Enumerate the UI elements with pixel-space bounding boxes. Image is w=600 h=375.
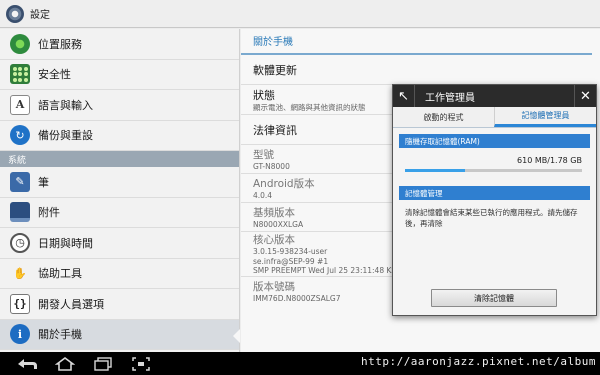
clock-icon: ◷ [10,232,30,253]
expand-arrow-icon[interactable]: ↖ [393,85,415,107]
close-icon[interactable]: ✕ [574,85,596,107]
screenshot-icon[interactable] [128,355,154,373]
security-grid-icon [10,64,30,85]
back-icon[interactable] [14,355,40,373]
sidebar-item-label: 開發人員選項 [38,297,104,311]
software-update-label: 軟體更新 [253,63,297,77]
location-icon [10,33,30,54]
sidebar-item-dock[interactable]: 附件 [0,198,239,228]
info-icon: i [10,324,30,345]
sidebar-item-developer[interactable]: {} 開發人員選項 [0,289,239,320]
ram-usage-bar [405,169,582,172]
sidebar-item-label: 日期與時間 [38,236,93,250]
sidebar-item-label: 備份與重設 [38,129,93,143]
clear-memory-button[interactable]: 清除記憶體 [431,289,557,307]
sidebar-item-label: 協助工具 [38,267,82,281]
legal-info-label: 法律資訊 [253,123,297,137]
backup-icon: ↻ [10,125,30,146]
sidebar-item-label: 語言與輸入 [38,98,93,112]
tab-active-apps[interactable]: 啟動的程式 [393,107,494,127]
home-icon[interactable] [52,355,78,373]
sidebar-item-location[interactable]: 位置服務 [0,29,239,60]
dock-icon [10,202,30,223]
sidebar-item-security[interactable]: 安全性 [0,60,239,90]
ram-usage-value: 610 MB/1.78 GB [517,156,582,165]
watermark-url: http://aaronjazz.pixnet.net/album [360,355,596,368]
sidebar-item-about[interactable]: i 關於手機 [0,319,240,350]
recent-apps-icon[interactable] [90,355,116,373]
ram-section-header: 隨機存取記憶體(RAM) [399,134,590,148]
sidebar-item-pen[interactable]: ✎ 筆 [0,167,239,198]
section-header: 關於手機 [241,29,592,55]
sidebar-item-backup[interactable]: ↻ 備份與重設 [0,121,239,151]
sidebar-section-system: 系統 [0,151,239,167]
settings-sidebar: 位置服務 安全性 A 語言與輸入 ↻ 備份與重設 系統 ✎ 筆 附件 ◷ 日期與… [0,29,240,352]
sidebar-item-label: 關於手機 [38,328,82,342]
action-bar: 設定 [0,0,600,28]
developer-icon: {} [10,293,30,314]
memory-description: 清除記憶體會結束某些已執行的應用程式。請先儲存後，再清除 [405,208,578,228]
sidebar-item-label: 位置服務 [38,37,82,51]
pen-icon: ✎ [10,171,30,192]
sidebar-item-accessibility[interactable]: ✋ 協助工具 [0,259,239,289]
sidebar-item-label: 附件 [38,206,60,220]
ram-usage-fill [405,169,466,172]
dialog-title: 工作管理員 [425,92,475,104]
sidebar-item-date-time[interactable]: ◷ 日期與時間 [0,228,239,259]
window-title: 設定 [30,10,50,21]
sidebar-item-language[interactable]: A 語言與輸入 [0,90,239,121]
language-icon: A [10,94,30,115]
sidebar-item-label: 安全性 [38,68,71,82]
memory-section-header: 記憶體管理 [399,186,590,200]
tab-memory-manager[interactable]: 記憶體管理員 [494,107,596,127]
sidebar-item-label: 筆 [38,175,49,189]
hand-icon: ✋ [13,266,27,280]
dialog-title-bar: ↖ 工作管理員 ✕ [393,85,596,107]
settings-gear-icon[interactable] [6,4,24,23]
dialog-tabs: 啟動的程式 記憶體管理員 [393,107,596,128]
task-manager-dialog: ↖ 工作管理員 ✕ 啟動的程式 記憶體管理員 隨機存取記憶體(RAM) 610 … [392,84,597,316]
software-update-item[interactable]: 軟體更新 [241,55,592,85]
